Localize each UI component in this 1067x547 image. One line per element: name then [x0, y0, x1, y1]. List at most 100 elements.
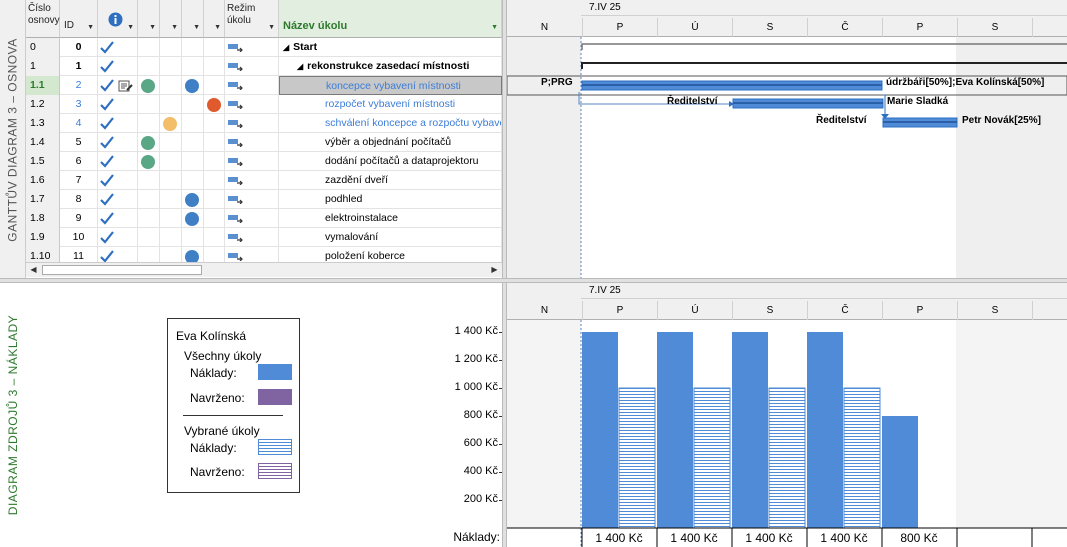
y-tick-label: 800 Kč	[463, 409, 498, 421]
gantt-label-row4-left: Ředitelství	[816, 115, 867, 126]
header-col-5[interactable]: ▼	[204, 0, 225, 38]
task-row[interactable]: 1.9 10 vymalování	[26, 228, 502, 247]
timescale-day: N	[1032, 301, 1067, 320]
outline-number[interactable]: 1.4	[26, 133, 60, 152]
resource-cost-chart[interactable]: 1 400 Kč 1 400 Kč 1 400 Kč 1 400 Kč 800 Kč	[507, 320, 1067, 547]
task-id[interactable]: 3	[60, 95, 98, 114]
cost-bar	[732, 332, 768, 528]
task-row[interactable]: 0 0 ◢ Start	[26, 38, 502, 57]
outline-number[interactable]: 1.8	[26, 209, 60, 228]
scroll-left-icon[interactable]: ◀	[27, 264, 40, 276]
scroll-thumb[interactable]	[42, 265, 202, 275]
header-col-2[interactable]: ▼	[138, 0, 160, 38]
task-name-cell[interactable]: rozpočet vybavení místnosti	[279, 95, 502, 114]
gantt-label-row2-left: P;PRG	[541, 77, 573, 88]
sheet-horizontal-scrollbar[interactable]: ◀ ▶	[26, 262, 502, 277]
gantt-timescale: 7.IV 25 NPÚSČPSN	[507, 0, 1067, 37]
task-name: vymalování	[325, 231, 379, 243]
outline-number[interactable]: 1.3	[26, 114, 60, 133]
header-col-4[interactable]: ▼	[182, 0, 204, 38]
cost-y-axis: 1 400 Kč 1 200 Kč 1 000 Kč 800 Kč 600 Kč 400 …	[430, 283, 502, 547]
task-row[interactable]: 1.4 5 výběr a objednání počítačů	[26, 133, 502, 152]
auto-schedule-icon	[228, 196, 243, 204]
task-name: dodání počítačů a dataprojektoru	[325, 155, 479, 167]
legend-cost-label: Náklady:	[190, 366, 237, 380]
timescale-day: Č	[807, 18, 882, 37]
gantt-chart[interactable]: P;PRG údržbáři[50%];Eva Kolínská[50%] Ře…	[507, 37, 1067, 278]
timescale-day: S	[732, 18, 807, 37]
header-task-name[interactable]: Název úkolu ▼	[279, 0, 502, 38]
checkmark-icon	[100, 155, 114, 168]
legend-proposed-label: Navrženo:	[190, 391, 245, 405]
task-name-cell[interactable]: výběr a objednání počítačů	[279, 133, 502, 152]
task-name-cell[interactable]: vymalování	[279, 228, 502, 247]
gantt-label-row3-left: Ředitelství	[667, 96, 718, 107]
task-row[interactable]: 1.10 11 položení koberce	[26, 247, 502, 262]
header-col-3[interactable]: ▼	[160, 0, 182, 38]
scroll-right-icon[interactable]: ▶	[488, 264, 501, 276]
task-row[interactable]: 1.8 9 elektroinstalace	[26, 209, 502, 228]
task-row[interactable]: 1.3 4 schválení koncepce a rozpočtu vybave…	[26, 114, 502, 133]
task-id[interactable]: 0	[60, 38, 98, 57]
task-row[interactable]: 1.7 8 podhled	[26, 190, 502, 209]
auto-schedule-icon	[228, 253, 243, 261]
task-row[interactable]: 1.5 6 dodání počítačů a dataprojektoru	[26, 152, 502, 171]
auto-schedule-icon	[228, 82, 243, 90]
task-name-cell[interactable]: položení koberce	[279, 247, 502, 262]
legend-cost-swatch	[258, 364, 292, 380]
task-id[interactable]: 1	[60, 57, 98, 76]
outline-number[interactable]: 1	[26, 57, 60, 76]
outline-number[interactable]: 1.10	[26, 247, 60, 262]
timescale-day: N	[540, 305, 549, 316]
resource-indicator-dot	[185, 212, 199, 226]
task-id[interactable]: 10	[60, 228, 98, 247]
task-id[interactable]: 5	[60, 133, 98, 152]
outline-number[interactable]: 1.5	[26, 152, 60, 171]
outline-number[interactable]: 1.1	[26, 76, 60, 95]
auto-schedule-icon	[228, 158, 243, 166]
task-id[interactable]: 11	[60, 247, 98, 262]
collapse-triangle-icon[interactable]: ◢	[283, 43, 289, 52]
task-row[interactable]: 1.2 3 rozpočet vybavení místnosti	[26, 95, 502, 114]
task-name-cell[interactable]: zazdění dveří	[279, 171, 502, 190]
header-outline[interactable]: Číslo osnovy	[26, 0, 60, 38]
resource-indicator-dot	[185, 193, 199, 207]
task-id[interactable]: 9	[60, 209, 98, 228]
collapse-triangle-icon[interactable]: ◢	[297, 62, 303, 71]
task-name-cell[interactable]: ◢ rekonstrukce zasedací místnosti	[279, 57, 502, 76]
outline-number[interactable]: 1.7	[26, 190, 60, 209]
outline-number[interactable]: 0	[26, 38, 60, 57]
header-task-mode[interactable]: Režim úkolu ▼	[225, 0, 279, 38]
task-name-cell[interactable]: ◢ Start	[279, 38, 502, 57]
resource-indicator-dot	[141, 136, 155, 150]
cost-table-value: 1 400 Kč	[670, 531, 717, 545]
timescale-day: S	[957, 18, 1032, 37]
task-row[interactable]: 1.1 2 koncepce vybavení místnosti	[26, 76, 502, 95]
header-id[interactable]: ID ▼	[60, 0, 98, 38]
task-name-cell[interactable]: elektroinstalace	[279, 209, 502, 228]
task-id[interactable]: 7	[60, 171, 98, 190]
task-id[interactable]: 6	[60, 152, 98, 171]
header-indicators[interactable]: ▼	[98, 0, 138, 38]
outline-number[interactable]: 1.6	[26, 171, 60, 190]
timescale-day: Ú	[657, 18, 732, 37]
task-name: podhled	[325, 193, 363, 205]
auto-schedule-icon	[228, 101, 243, 109]
task-name-cell[interactable]: schválení koncepce a rozpočtu vybavení	[279, 114, 502, 133]
resource-indicator-dot	[163, 117, 177, 131]
task-row[interactable]: 1.6 7 zazdění dveří	[26, 171, 502, 190]
outline-number[interactable]: 1.2	[26, 95, 60, 114]
task-name-cell[interactable]: koncepce vybavení místnosti	[279, 76, 502, 95]
task-id[interactable]: 4	[60, 114, 98, 133]
auto-schedule-icon	[228, 63, 243, 71]
task-row[interactable]: 1 1 ◢ rekonstrukce zasedací místnosti	[26, 57, 502, 76]
checkmark-icon	[100, 212, 114, 225]
auto-schedule-icon	[228, 139, 243, 147]
timescale-day: S	[732, 301, 807, 320]
checkmark-icon	[100, 60, 114, 73]
outline-number[interactable]: 1.9	[26, 228, 60, 247]
task-name-cell[interactable]: dodání počítačů a dataprojektoru	[279, 152, 502, 171]
task-id[interactable]: 8	[60, 190, 98, 209]
task-name-cell[interactable]: podhled	[279, 190, 502, 209]
task-id[interactable]: 2	[60, 76, 98, 95]
